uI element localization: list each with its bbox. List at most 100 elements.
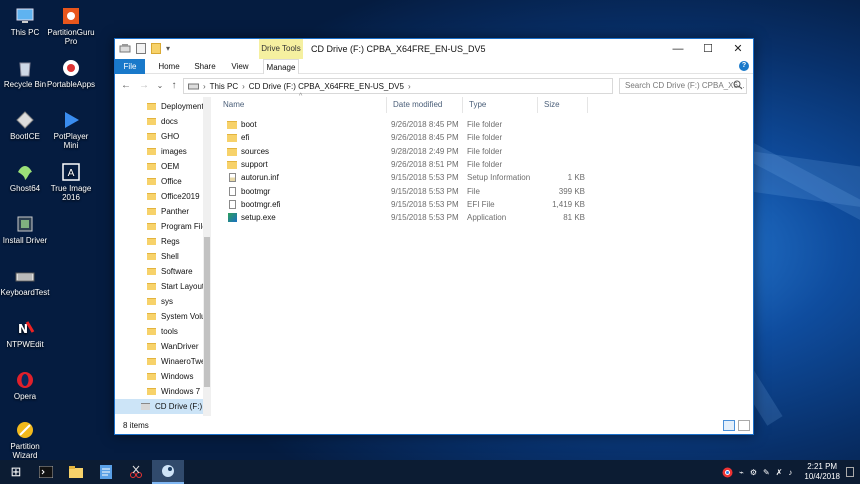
- tab-home[interactable]: Home: [153, 59, 185, 74]
- desktop-icon-keyboardtest[interactable]: KeyboardTest: [0, 262, 50, 310]
- desktop-icon-bootice[interactable]: BootICE: [0, 106, 50, 154]
- navigation-scrollbar[interactable]: [203, 97, 210, 416]
- file-date: 9/15/2018 5:53 PM: [391, 213, 459, 223]
- taskbar-explorer[interactable]: [62, 460, 90, 484]
- column-header-date[interactable]: Date modified: [387, 97, 463, 113]
- file-row[interactable]: sources 9/28/2018 2:49 PM File folder: [217, 145, 753, 158]
- chrome-icon[interactable]: [722, 467, 733, 478]
- file-row[interactable]: boot 9/26/2018 8:45 PM File folder: [217, 118, 753, 131]
- nav-item[interactable]: Start Layout: [115, 279, 205, 294]
- properties-icon[interactable]: [136, 43, 146, 54]
- network-icon[interactable]: ⌁: [739, 468, 744, 477]
- large-icons-view-button[interactable]: [738, 420, 750, 431]
- file-date: 9/15/2018 5:53 PM: [391, 173, 459, 183]
- minimize-button[interactable]: —: [663, 39, 693, 59]
- clock[interactable]: 2:21 PM 10/4/2018: [804, 462, 840, 482]
- help-icon[interactable]: ?: [739, 61, 749, 71]
- drive-icon: [188, 83, 199, 89]
- speaker-icon[interactable]: ♪: [788, 468, 792, 477]
- up-button[interactable]: ↑: [167, 79, 181, 93]
- nav-item[interactable]: GHO: [115, 129, 205, 144]
- back-button[interactable]: ←: [119, 79, 133, 93]
- file-row[interactable]: bootmgr 9/15/2018 5:53 PM File 399 KB: [217, 185, 753, 198]
- customize-qat-icon[interactable]: ▾: [166, 44, 170, 53]
- scrollbar-thumb[interactable]: [204, 237, 210, 387]
- address-path[interactable]: › This PC › CD Drive (F:) CPBA_X64FRE_EN…: [183, 78, 613, 94]
- desktop-icon-opera[interactable]: Opera: [0, 366, 50, 414]
- desktop-icon-portableapps[interactable]: PortableApps: [46, 54, 96, 102]
- breadcrumb-cd-drive[interactable]: CD Drive (F:) CPBA_X64FRE_EN-US_DV5: [249, 82, 404, 91]
- desktop-icon-ghost64[interactable]: Ghost64: [0, 158, 50, 206]
- nav-item[interactable]: CD Drive (F:) C: [115, 399, 205, 414]
- nav-item[interactable]: Software: [115, 264, 205, 279]
- desktop-icon-this-pc[interactable]: This PC: [0, 2, 50, 50]
- file-size: 81 KB: [563, 213, 585, 223]
- taskbar-terminal[interactable]: [32, 460, 60, 484]
- nav-item[interactable]: Office2019: [115, 189, 205, 204]
- file-row[interactable]: setup.exe 9/15/2018 5:53 PM Application 81 …: [217, 211, 753, 224]
- desktop-icon-potplayer[interactable]: PotPlayer Mini: [46, 106, 96, 154]
- taskbar-snipping[interactable]: [122, 460, 150, 484]
- navigation-pane[interactable]: Deployment_ docs GHO images OEM Office Office2…: [115, 97, 211, 416]
- file-row[interactable]: bootmgr.efi 9/15/2018 5:53 PM EFI File 1,41…: [217, 198, 753, 211]
- drive-icon: [119, 44, 131, 53]
- tab-share[interactable]: Share: [189, 59, 221, 74]
- search-input[interactable]: Search CD Drive (F:) CPBA_X6...: [619, 78, 747, 94]
- nav-item[interactable]: docs: [115, 114, 205, 129]
- file-name: setup.exe: [241, 213, 276, 223]
- breadcrumb-this-pc[interactable]: This PC: [210, 82, 238, 91]
- nav-item[interactable]: DAMS (d:) C: [115, 414, 205, 416]
- nav-item[interactable]: WinaeroTwea: [115, 354, 205, 369]
- nav-item[interactable]: Shell: [115, 249, 205, 264]
- file-row[interactable]: support 9/26/2018 8:51 PM File folder: [217, 158, 753, 171]
- nav-item[interactable]: Program Files: [115, 219, 205, 234]
- nav-item[interactable]: Deployment_: [115, 99, 205, 114]
- details-view-button[interactable]: [723, 420, 735, 431]
- new-folder-icon[interactable]: [151, 43, 161, 54]
- nav-item[interactable]: sys: [115, 294, 205, 309]
- desktop-icon-trueimage[interactable]: A True Image 2016: [46, 158, 96, 206]
- folder-icon: [147, 223, 156, 230]
- notification-center-icon[interactable]: [846, 467, 854, 477]
- nav-item[interactable]: OEM: [115, 159, 205, 174]
- start-button[interactable]: ⊞: [2, 460, 30, 484]
- file-row[interactable]: autorun.inf 9/15/2018 5:53 PM Setup Inform…: [217, 171, 753, 184]
- desktop-icon-install-driver[interactable]: Install Driver: [0, 210, 50, 258]
- column-header-type[interactable]: Type: [463, 97, 538, 113]
- file-name: bootmgr.efi: [241, 199, 281, 209]
- tools-icon[interactable]: ✎: [763, 468, 770, 477]
- nav-item[interactable]: Regs: [115, 234, 205, 249]
- desktop-icon-label: KeyboardTest: [0, 288, 50, 297]
- nav-item[interactable]: Office: [115, 174, 205, 189]
- nav-item[interactable]: System Volun: [115, 309, 205, 324]
- maximize-button[interactable]: ☐: [693, 39, 723, 59]
- desktop-icon-partitionguru[interactable]: PartitionGuru Pro: [46, 2, 96, 50]
- recent-locations-button[interactable]: ⌄: [153, 79, 167, 93]
- x-icon[interactable]: ✗: [776, 468, 783, 477]
- tab-file[interactable]: File: [115, 59, 145, 74]
- nav-item[interactable]: images: [115, 144, 205, 159]
- column-header-size[interactable]: Size: [538, 97, 588, 113]
- nav-item[interactable]: WanDriver: [115, 339, 205, 354]
- forward-button[interactable]: →: [137, 79, 151, 93]
- close-button[interactable]: ✕: [723, 39, 753, 59]
- desktop-icon-ntpwedit[interactable]: N NTPWEdit: [0, 314, 50, 362]
- file-icon: [229, 199, 236, 209]
- desktop-icon-partition-wizard[interactable]: Partition Wizard: [0, 416, 50, 460]
- file-explorer-window[interactable]: ▾ Drive Tools CD Drive (F:) CPBA_X64FRE_…: [114, 38, 754, 435]
- nav-item[interactable]: Windows: [115, 369, 205, 384]
- desktop-icon-recycle-bin[interactable]: Recycle Bin: [0, 54, 50, 102]
- file-row[interactable]: efi 9/26/2018 8:45 PM File folder: [217, 131, 753, 144]
- file-list[interactable]: Name Date modified Type Size ^ boot 9/26/…: [217, 93, 753, 416]
- nav-item[interactable]: Panther: [115, 204, 205, 219]
- taskbar-notepad[interactable]: [92, 460, 120, 484]
- tab-view[interactable]: View: [225, 59, 255, 74]
- folder-icon: [147, 373, 156, 380]
- nav-item[interactable]: Windows 7: [115, 384, 205, 399]
- taskbar-steam-active[interactable]: [152, 460, 184, 484]
- nav-item[interactable]: tools: [115, 324, 205, 339]
- tab-manage[interactable]: Manage: [263, 59, 299, 74]
- settings-icon[interactable]: ⚙: [750, 468, 757, 477]
- file-size: 1 KB: [567, 173, 585, 183]
- title-bar[interactable]: ▾ Drive Tools CD Drive (F:) CPBA_X64FRE_…: [115, 39, 753, 59]
